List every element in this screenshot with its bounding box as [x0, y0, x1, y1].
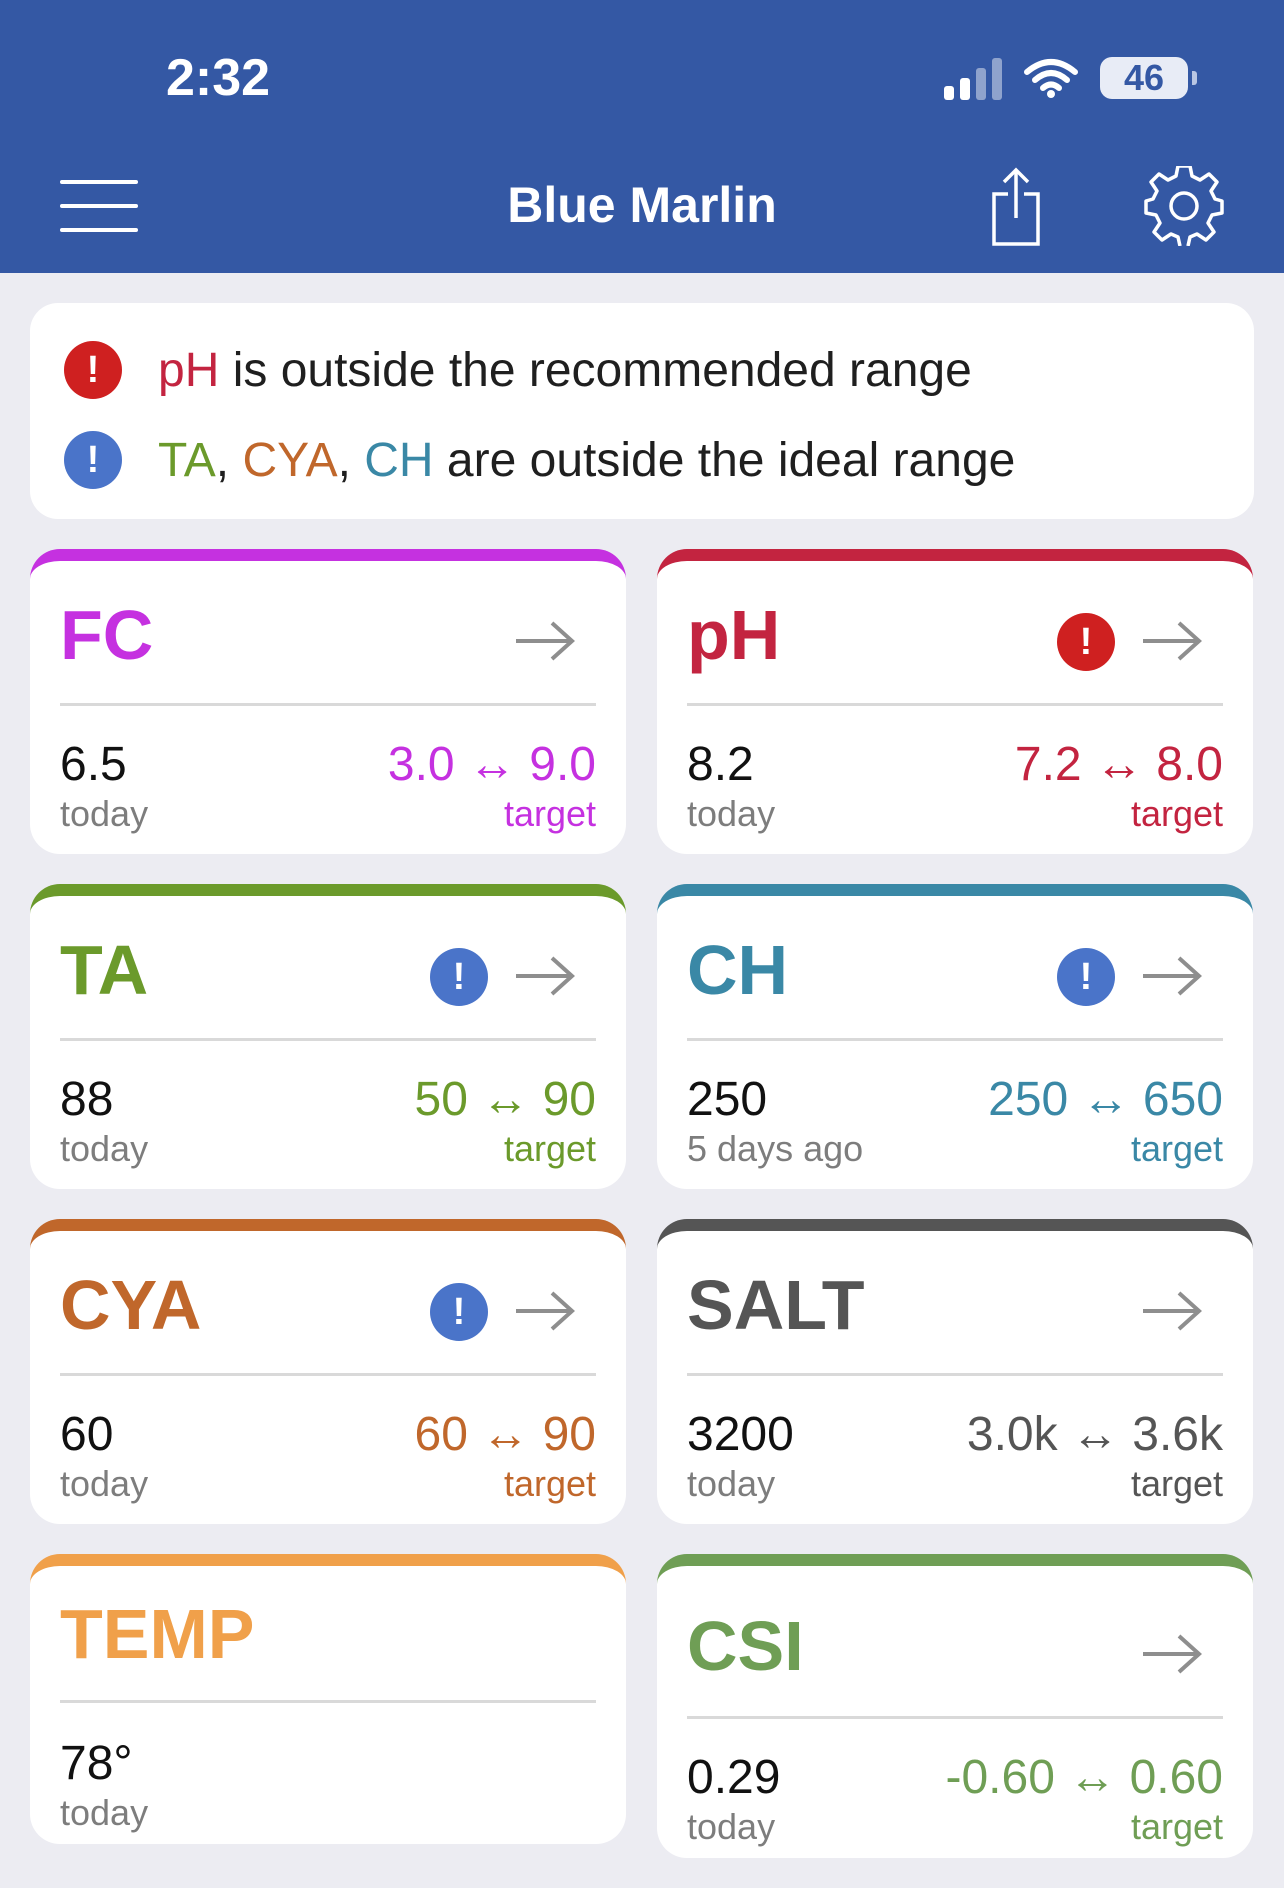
status-icons: 46: [944, 50, 1197, 106]
arrow-right-icon: [1143, 956, 1202, 996]
card-range: 60 ↔ 90: [414, 1408, 596, 1461]
divider: [60, 1700, 596, 1703]
status-time: 2:32: [166, 49, 271, 107]
exclamation-icon: !: [430, 948, 488, 1006]
card-value: 0.29: [687, 1751, 781, 1804]
divider: [687, 1038, 1223, 1041]
divider: [60, 1038, 596, 1041]
card-value: 250: [687, 1073, 768, 1126]
card-when: today: [60, 1792, 149, 1833]
share-icon[interactable]: [990, 166, 1042, 246]
card-target-label: target: [503, 1128, 596, 1169]
arrow-right-icon: [516, 1291, 575, 1331]
card-ta[interactable]: TA ! 88 today 50 ↔ 90 target: [30, 884, 626, 1189]
arrow-right-icon: [516, 956, 575, 996]
alert-info[interactable]: ! TA, CYA, CH are outside the ideal rang…: [64, 431, 1015, 489]
card-title: pH: [687, 596, 781, 674]
card-target-label: target: [1130, 1463, 1223, 1504]
exclamation-icon: !: [1057, 613, 1115, 671]
card-temp[interactable]: TEMP 78° today: [30, 1554, 626, 1844]
card-value: 3200: [687, 1408, 794, 1461]
alert-param-ph: pH: [158, 343, 220, 397]
divider: [60, 1373, 596, 1376]
cellular-signal-icon: [944, 56, 1002, 100]
card-when: today: [687, 1463, 776, 1504]
card-title: TA: [60, 931, 149, 1009]
card-target-label: target: [1130, 793, 1223, 834]
card-title: SALT: [687, 1266, 865, 1344]
card-title: CYA: [60, 1266, 202, 1344]
arrow-right-icon: [1143, 1634, 1202, 1674]
card-value: 60: [60, 1408, 114, 1461]
card-title: TEMP: [60, 1595, 255, 1673]
alert-info-message: are outside the ideal range: [433, 433, 1016, 487]
card-ch[interactable]: CH ! 250 5 days ago 250 ↔ 650 target: [657, 884, 1253, 1189]
app-header: 2:32 46 Blue Marlin: [0, 0, 1284, 273]
alert-error[interactable]: ! pH is outside the recommended range: [64, 341, 972, 399]
card-title: CH: [687, 931, 789, 1009]
page-title: Blue Marlin: [507, 177, 777, 233]
card-target-label: target: [1130, 1806, 1223, 1847]
card-range: -0.60 ↔ 0.60: [945, 1751, 1224, 1804]
arrow-right-icon: [1143, 621, 1202, 661]
alert-error-message: is outside the recommended range: [219, 343, 972, 397]
card-value: 78°: [60, 1737, 133, 1790]
divider: [60, 703, 596, 706]
exclamation-icon: !: [64, 341, 122, 399]
alert-param-ta: TA: [158, 433, 216, 487]
exclamation-icon: !: [430, 1283, 488, 1341]
card-target-label: target: [1130, 1128, 1223, 1169]
divider: [687, 703, 1223, 706]
card-when: today: [687, 793, 776, 834]
card-title: CSI: [687, 1607, 804, 1685]
alerts-panel: ! pH is outside the recommended range ! …: [30, 303, 1254, 519]
alert-param-cya: CYA: [242, 433, 338, 487]
card-range: 3.0k ↔ 3.6k: [966, 1408, 1223, 1461]
exclamation-icon: !: [64, 431, 122, 489]
gear-icon[interactable]: [1144, 166, 1224, 246]
arrow-right-icon: [1143, 1291, 1202, 1331]
alert-info-text: TA, CYA, CH are outside the ideal range: [158, 433, 1016, 487]
arrow-right-icon: [516, 621, 575, 661]
card-ph[interactable]: pH ! 8.2 today 7.2 ↔ 8.0 target: [657, 549, 1253, 854]
card-csi[interactable]: CSI 0.29 today -0.60 ↔ 0.60 target: [657, 1554, 1253, 1858]
card-when: 5 days ago: [687, 1128, 864, 1169]
card-target-label: target: [503, 1463, 596, 1504]
alert-param-ch: CH: [364, 433, 434, 487]
divider: [687, 1373, 1223, 1376]
card-range: 7.2 ↔ 8.0: [1014, 738, 1223, 791]
card-range: 250 ↔ 650: [988, 1073, 1223, 1126]
card-value: 88: [60, 1073, 114, 1126]
card-salt[interactable]: SALT 3200 today 3.0k ↔ 3.6k target: [657, 1219, 1253, 1524]
card-when: today: [60, 1463, 149, 1504]
card-range: 50 ↔ 90: [414, 1073, 596, 1126]
battery-icon: 46: [1100, 57, 1197, 99]
card-fc[interactable]: FC 6.5 today 3.0 ↔ 9.0 target: [30, 549, 626, 854]
card-range: 3.0 ↔ 9.0: [387, 738, 596, 791]
card-cya[interactable]: CYA ! 60 today 60 ↔ 90 target: [30, 1219, 626, 1524]
alert-error-text: pH is outside the recommended range: [158, 343, 972, 398]
card-when: today: [687, 1806, 776, 1847]
card-target-label: target: [503, 793, 596, 834]
card-when: today: [60, 793, 149, 834]
card-when: today: [60, 1128, 149, 1169]
wifi-icon: [1024, 59, 1078, 98]
card-title: FC: [60, 596, 154, 674]
card-value: 6.5: [60, 738, 127, 791]
exclamation-icon: !: [1057, 948, 1115, 1006]
divider: [687, 1716, 1223, 1719]
card-value: 8.2: [687, 738, 754, 791]
